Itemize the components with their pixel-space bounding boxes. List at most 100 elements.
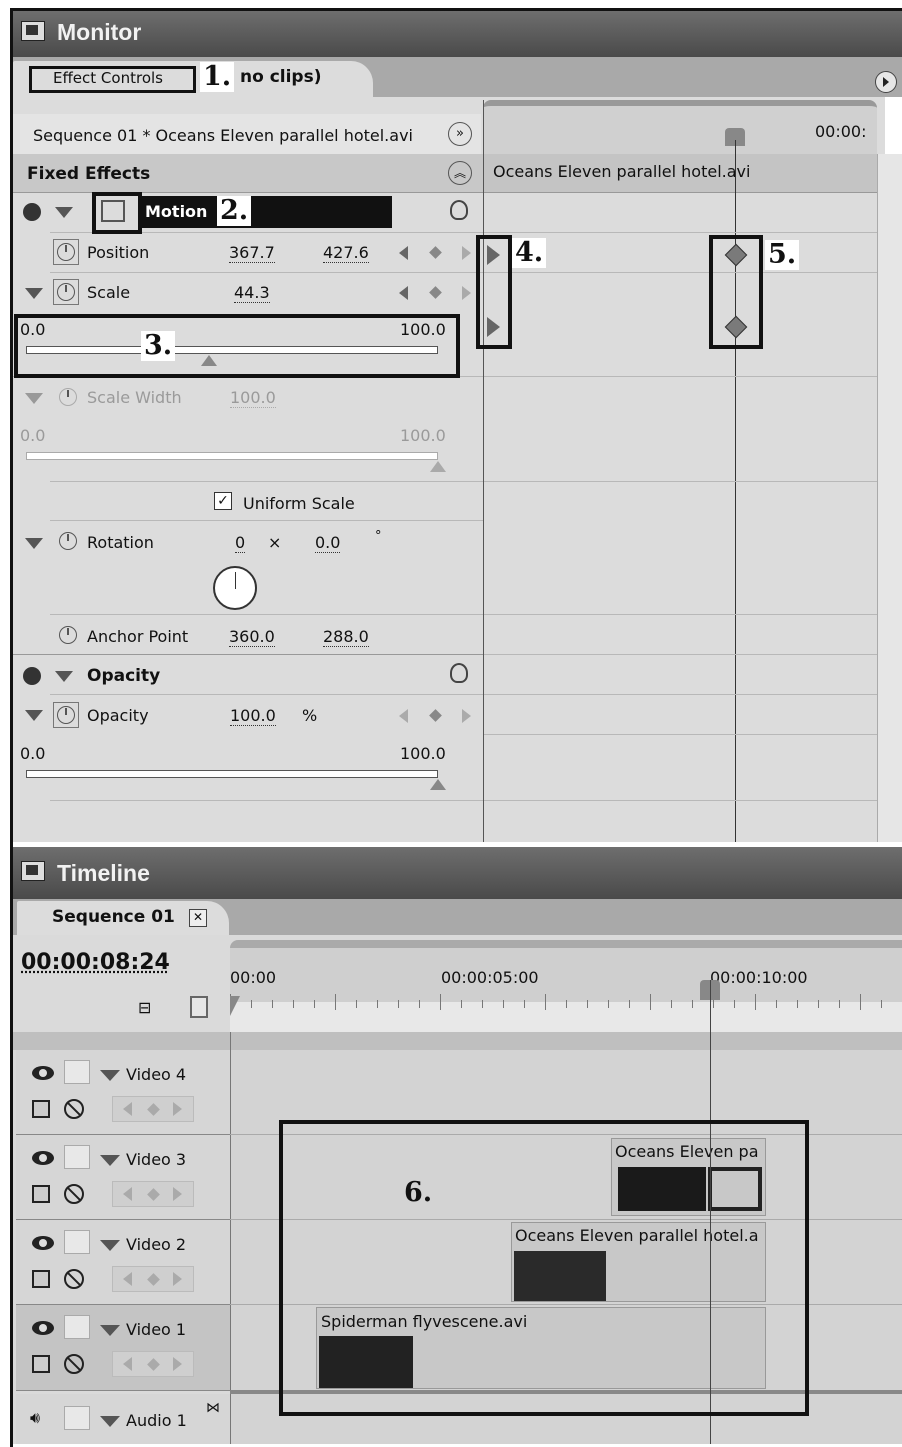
expand-opacity-icon[interactable] xyxy=(55,671,73,682)
expand-track-icon[interactable] xyxy=(100,1240,120,1251)
effect-timeline-ruler[interactable]: 00:00: xyxy=(483,100,877,160)
stopwatch-icon[interactable] xyxy=(59,532,77,550)
scale-stopwatch-toggle[interactable] xyxy=(53,279,79,305)
eye-icon[interactable] xyxy=(32,1321,54,1335)
eye-icon[interactable] xyxy=(32,1066,54,1080)
add-keyframe-icon[interactable] xyxy=(429,246,442,259)
opacity-value[interactable]: 100.0 xyxy=(230,706,276,726)
tab-sequence-01[interactable]: Sequence 01 ✕ xyxy=(17,901,229,935)
effect-controls-scrollbar[interactable] xyxy=(877,154,902,842)
expand-scale-icon[interactable] xyxy=(25,288,43,299)
no-keyframes-icon[interactable] xyxy=(64,1184,84,1204)
ruler-tick xyxy=(272,1000,273,1008)
timeline-timecode[interactable]: 00:00:08:24 xyxy=(21,950,170,975)
uniform-scale-checkbox[interactable]: ✓ xyxy=(214,492,232,510)
snap-icon[interactable]: ⊟ xyxy=(138,998,166,1018)
reset-motion-icon[interactable] xyxy=(450,200,468,220)
expand-track-icon[interactable] xyxy=(100,1155,120,1166)
separator xyxy=(50,614,483,615)
lock-toggle[interactable] xyxy=(64,1315,90,1339)
speaker-icon[interactable]: 🔊︎ xyxy=(30,1408,54,1428)
prev-keyframe-icon[interactable] xyxy=(123,1357,132,1371)
collapse-icon[interactable]: ︽ xyxy=(448,161,472,185)
separator xyxy=(484,694,877,695)
add-keyframe-icon[interactable] xyxy=(429,286,442,299)
effect-timecode: 00:00: xyxy=(815,122,867,141)
no-keyframes-icon[interactable] xyxy=(64,1269,84,1289)
opacity-slider-thumb[interactable] xyxy=(430,779,446,790)
eye-icon[interactable] xyxy=(32,1236,54,1250)
anchor-point-x-value[interactable]: 360.0 xyxy=(229,627,275,647)
prev-keyframe-icon[interactable] xyxy=(123,1272,132,1286)
separator xyxy=(50,520,483,521)
lock-toggle[interactable] xyxy=(64,1230,90,1254)
eye-icon[interactable] xyxy=(32,1151,54,1165)
ruler-tick xyxy=(818,1000,819,1008)
add-keyframe-icon[interactable] xyxy=(147,1273,160,1286)
add-keyframe-icon[interactable] xyxy=(147,1358,160,1371)
rotation-dial[interactable] xyxy=(213,566,257,610)
work-area-start-marker[interactable] xyxy=(230,996,240,1016)
expand-track-icon[interactable] xyxy=(100,1070,120,1081)
next-keyframe-icon[interactable] xyxy=(173,1102,182,1116)
position-row: Position 367.7 427.6 xyxy=(13,233,483,273)
add-keyframe-icon[interactable] xyxy=(147,1188,160,1201)
next-keyframe-icon[interactable] xyxy=(173,1357,182,1371)
prev-keyframe-icon[interactable] xyxy=(123,1102,132,1116)
rotation-turns-value[interactable]: 0 xyxy=(235,533,245,553)
prev-keyframe-icon[interactable] xyxy=(399,709,408,723)
expand-opacity-value-icon[interactable] xyxy=(25,710,43,721)
next-keyframe-icon[interactable] xyxy=(462,286,471,300)
stopwatch-icon[interactable] xyxy=(59,626,77,644)
opacity-stopwatch-toggle[interactable] xyxy=(53,702,79,728)
keyframe-nav xyxy=(112,1181,194,1207)
callout-box-2 xyxy=(92,192,142,234)
lock-toggle[interactable] xyxy=(64,1406,90,1430)
add-keyframe-icon[interactable] xyxy=(147,1103,160,1116)
prev-keyframe-icon[interactable] xyxy=(399,246,408,260)
expand-scale-width-icon[interactable] xyxy=(25,393,43,404)
timeline-ruler[interactable]: 00:00 00:00:05:00 00:00:10:00 xyxy=(230,940,902,1040)
close-icon[interactable]: ✕ xyxy=(189,909,207,927)
lock-toggle[interactable] xyxy=(64,1060,90,1084)
callout-4: 4. xyxy=(512,238,546,268)
rotation-degrees-value[interactable]: 0.0 xyxy=(315,533,340,553)
display-style-icon[interactable] xyxy=(32,1355,50,1373)
effect-clip-bar: Oceans Eleven parallel hotel.avi xyxy=(483,154,877,193)
display-style-icon[interactable] xyxy=(32,1270,50,1288)
opacity-slider-track[interactable] xyxy=(26,770,438,778)
no-keyframes-icon[interactable] xyxy=(64,1099,84,1119)
rotation-row: Rotation 0 × 0.0 ° xyxy=(13,524,483,614)
next-keyframe-icon[interactable] xyxy=(462,709,471,723)
add-keyframe-icon[interactable] xyxy=(429,709,442,722)
show-hide-timeline-button[interactable]: » xyxy=(448,122,472,146)
expand-motion-icon[interactable] xyxy=(55,207,73,218)
sequence-tab-label: Sequence 01 xyxy=(52,907,175,927)
opacity-row: Opacity 100.0 % xyxy=(13,695,483,735)
no-keyframes-icon[interactable] xyxy=(64,1354,84,1374)
scale-value[interactable]: 44.3 xyxy=(234,283,270,303)
callout-box-5 xyxy=(709,235,763,349)
display-style-icon[interactable] xyxy=(32,1100,50,1118)
position-y-value[interactable]: 427.6 xyxy=(323,243,369,263)
next-keyframe-icon[interactable] xyxy=(462,246,471,260)
prev-keyframe-icon[interactable] xyxy=(399,286,408,300)
position-x-value[interactable]: 367.7 xyxy=(229,243,275,263)
fixed-effects-label: Fixed Effects xyxy=(27,164,150,184)
effect-toggle-icon[interactable] xyxy=(23,203,41,221)
set-marker-icon[interactable] xyxy=(190,996,208,1018)
expand-track-icon[interactable] xyxy=(100,1325,120,1336)
display-style-icon[interactable] xyxy=(32,1185,50,1203)
lock-toggle[interactable] xyxy=(64,1145,90,1169)
sync-lock-icon[interactable]: ⋈ xyxy=(206,1400,220,1416)
effect-toggle-icon[interactable] xyxy=(23,667,41,685)
prev-keyframe-icon[interactable] xyxy=(123,1187,132,1201)
next-keyframe-icon[interactable] xyxy=(173,1272,182,1286)
position-stopwatch-toggle[interactable] xyxy=(53,239,79,265)
reset-opacity-icon[interactable] xyxy=(450,663,468,683)
panel-menu-button[interactable] xyxy=(875,71,897,93)
expand-rotation-icon[interactable] xyxy=(25,538,43,549)
next-keyframe-icon[interactable] xyxy=(173,1187,182,1201)
anchor-point-y-value[interactable]: 288.0 xyxy=(323,627,369,647)
expand-track-icon[interactable] xyxy=(100,1416,120,1427)
